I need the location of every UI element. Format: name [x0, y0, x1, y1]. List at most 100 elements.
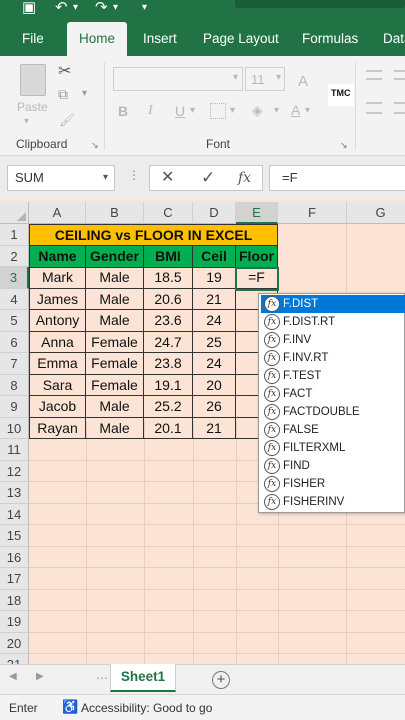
sheet-tab-sheet1[interactable]: Sheet1	[110, 664, 176, 692]
font-color-dropdown-icon[interactable]: ▾	[305, 105, 310, 116]
row-header-5[interactable]: 5	[0, 310, 29, 332]
row-header-18[interactable]: 18	[0, 589, 29, 611]
row-header-4[interactable]: 4	[0, 288, 29, 310]
row-header-9[interactable]: 9	[0, 396, 29, 418]
select-all-corner[interactable]	[0, 202, 29, 224]
align-middle-icon[interactable]	[394, 70, 405, 80]
data-cell-ceil[interactable]: 21	[193, 417, 236, 439]
data-cell-ceil[interactable]: 24	[193, 310, 236, 332]
enter-icon[interactable]: ✓	[201, 166, 215, 190]
data-cell-bmi[interactable]: 20.1	[144, 417, 193, 439]
formula-input[interactable]: =F	[269, 165, 405, 191]
add-sheet-button[interactable]: +	[212, 671, 230, 689]
tab-data[interactable]: Data	[383, 22, 405, 56]
font-size-combo[interactable]: 11 ▾	[245, 67, 285, 91]
row-header-7[interactable]: 7	[0, 353, 29, 375]
data-cell-gender[interactable]: Male	[86, 396, 144, 418]
data-cell-name[interactable]: Sara	[29, 374, 86, 396]
data-cell-bmi[interactable]: 18.5	[144, 267, 193, 289]
autocomplete-item[interactable]: fx F.INV.RT	[261, 349, 405, 367]
italic-button[interactable]: I	[148, 103, 153, 119]
redo-dropdown-icon[interactable]: ▾	[113, 0, 118, 16]
font-launcher-icon[interactable]: ↘	[340, 140, 348, 151]
data-cell-ceil[interactable]: 25	[193, 331, 236, 353]
data-cell-gender[interactable]: Female	[86, 353, 144, 375]
autocomplete-item[interactable]: fx F.DIST	[261, 295, 405, 313]
paste-button[interactable]: Paste	[17, 100, 48, 114]
row-header-6[interactable]: 6	[0, 331, 29, 353]
data-cell-gender[interactable]: Female	[86, 331, 144, 353]
align-center-icon[interactable]	[394, 102, 405, 114]
column-header-b[interactable]: B	[86, 202, 144, 224]
autocomplete-item[interactable]: fx FACTDOUBLE	[261, 403, 405, 421]
row-header-8[interactable]: 8	[0, 374, 29, 396]
scroll-left-icon[interactable]: ◀	[9, 671, 17, 682]
data-cell-ceil[interactable]: 21	[193, 288, 236, 310]
column-header-d[interactable]: D	[193, 202, 236, 224]
data-cell-bmi[interactable]: 19.1	[144, 374, 193, 396]
data-cell-ceil[interactable]: 26	[193, 396, 236, 418]
tab-formulas[interactable]: Formulas	[302, 22, 358, 56]
redo-icon[interactable]: ↷	[95, 0, 108, 16]
paste-icon[interactable]	[20, 64, 46, 96]
header-cell-name[interactable]: Name	[29, 246, 86, 268]
row-header-13[interactable]: 13	[0, 482, 29, 504]
row-header-10[interactable]: 10	[0, 417, 29, 439]
customize-toolbar-icon[interactable]: ▾	[142, 0, 147, 16]
data-cell-name[interactable]: James	[29, 288, 86, 310]
underline-button[interactable]: U	[175, 103, 185, 119]
tab-page-layout[interactable]: Page Layout	[203, 22, 279, 56]
header-cell-gender[interactable]: Gender	[86, 246, 144, 268]
data-cell-bmi[interactable]: 23.8	[144, 353, 193, 375]
autocomplete-item[interactable]: fx FISHER	[261, 475, 405, 493]
accessibility-status[interactable]: Accessibility: Good to go	[81, 701, 212, 715]
header-cell-ceil[interactable]: Ceil	[193, 246, 236, 268]
autocomplete-item[interactable]: fx FIND	[261, 457, 405, 475]
column-header-e[interactable]: E	[236, 202, 278, 224]
row-header-2[interactable]: 2	[0, 245, 29, 267]
autocomplete-item[interactable]: fx F.TEST	[261, 367, 405, 385]
column-header-a[interactable]: A	[29, 202, 86, 224]
data-cell-name[interactable]: Anna	[29, 331, 86, 353]
column-header-c[interactable]: C	[144, 202, 193, 224]
cancel-icon[interactable]: ✕	[161, 166, 174, 190]
data-cell-gender[interactable]: Male	[86, 288, 144, 310]
autocomplete-item[interactable]: fx FILTERXML	[261, 439, 405, 457]
data-cell-ceil[interactable]: 19	[193, 267, 236, 289]
autocomplete-item[interactable]: fx FISHERINV	[261, 493, 405, 511]
autocomplete-item[interactable]: fx F.DIST.RT	[261, 313, 405, 331]
align-top-icon[interactable]	[366, 70, 382, 80]
column-header-g[interactable]: G	[347, 202, 405, 224]
accessibility-icon[interactable]: ♿	[62, 699, 78, 715]
row-header-11[interactable]: 11	[0, 439, 29, 461]
cut-icon[interactable]: ✂	[58, 61, 71, 81]
data-cell-gender[interactable]: Male	[86, 310, 144, 332]
data-cell-gender[interactable]: Male	[86, 267, 144, 289]
copy-icon[interactable]: ⧉	[58, 86, 68, 103]
underline-dropdown-icon[interactable]: ▾	[190, 105, 195, 116]
borders-icon[interactable]	[210, 103, 226, 119]
row-header-15[interactable]: 15	[0, 525, 29, 547]
data-cell-gender[interactable]: Female	[86, 374, 144, 396]
copy-dropdown-icon[interactable]: ▾	[82, 88, 87, 99]
data-cell-name[interactable]: Mark	[29, 267, 86, 289]
chevron-down-icon[interactable]: ▾	[103, 166, 108, 190]
data-cell-ceil[interactable]: 20	[193, 374, 236, 396]
align-left-icon[interactable]	[366, 102, 382, 114]
save-icon[interactable]: ▣	[22, 0, 36, 16]
header-cell-bmi[interactable]: BMI	[144, 246, 193, 268]
row-header-21[interactable]: 21	[0, 654, 29, 664]
tab-home[interactable]: Home	[67, 22, 127, 56]
more-sheets-icon[interactable]: ⋯	[96, 671, 108, 685]
search-box[interactable]	[235, 0, 405, 8]
data-cell-bmi[interactable]: 25.2	[144, 396, 193, 418]
bold-button[interactable]: B	[118, 103, 128, 119]
insert-function-icon[interactable]: fx	[238, 166, 251, 190]
format-painter-icon[interactable]: 🖌	[59, 112, 76, 128]
data-cell-name[interactable]: Jacob	[29, 396, 86, 418]
scroll-right-icon[interactable]: ▶	[36, 671, 44, 682]
data-cell-gender[interactable]: Male	[86, 417, 144, 439]
undo-dropdown-icon[interactable]: ▾	[73, 0, 78, 16]
data-cell-ceil[interactable]: 24	[193, 353, 236, 375]
data-cell-bmi[interactable]: 23.6	[144, 310, 193, 332]
